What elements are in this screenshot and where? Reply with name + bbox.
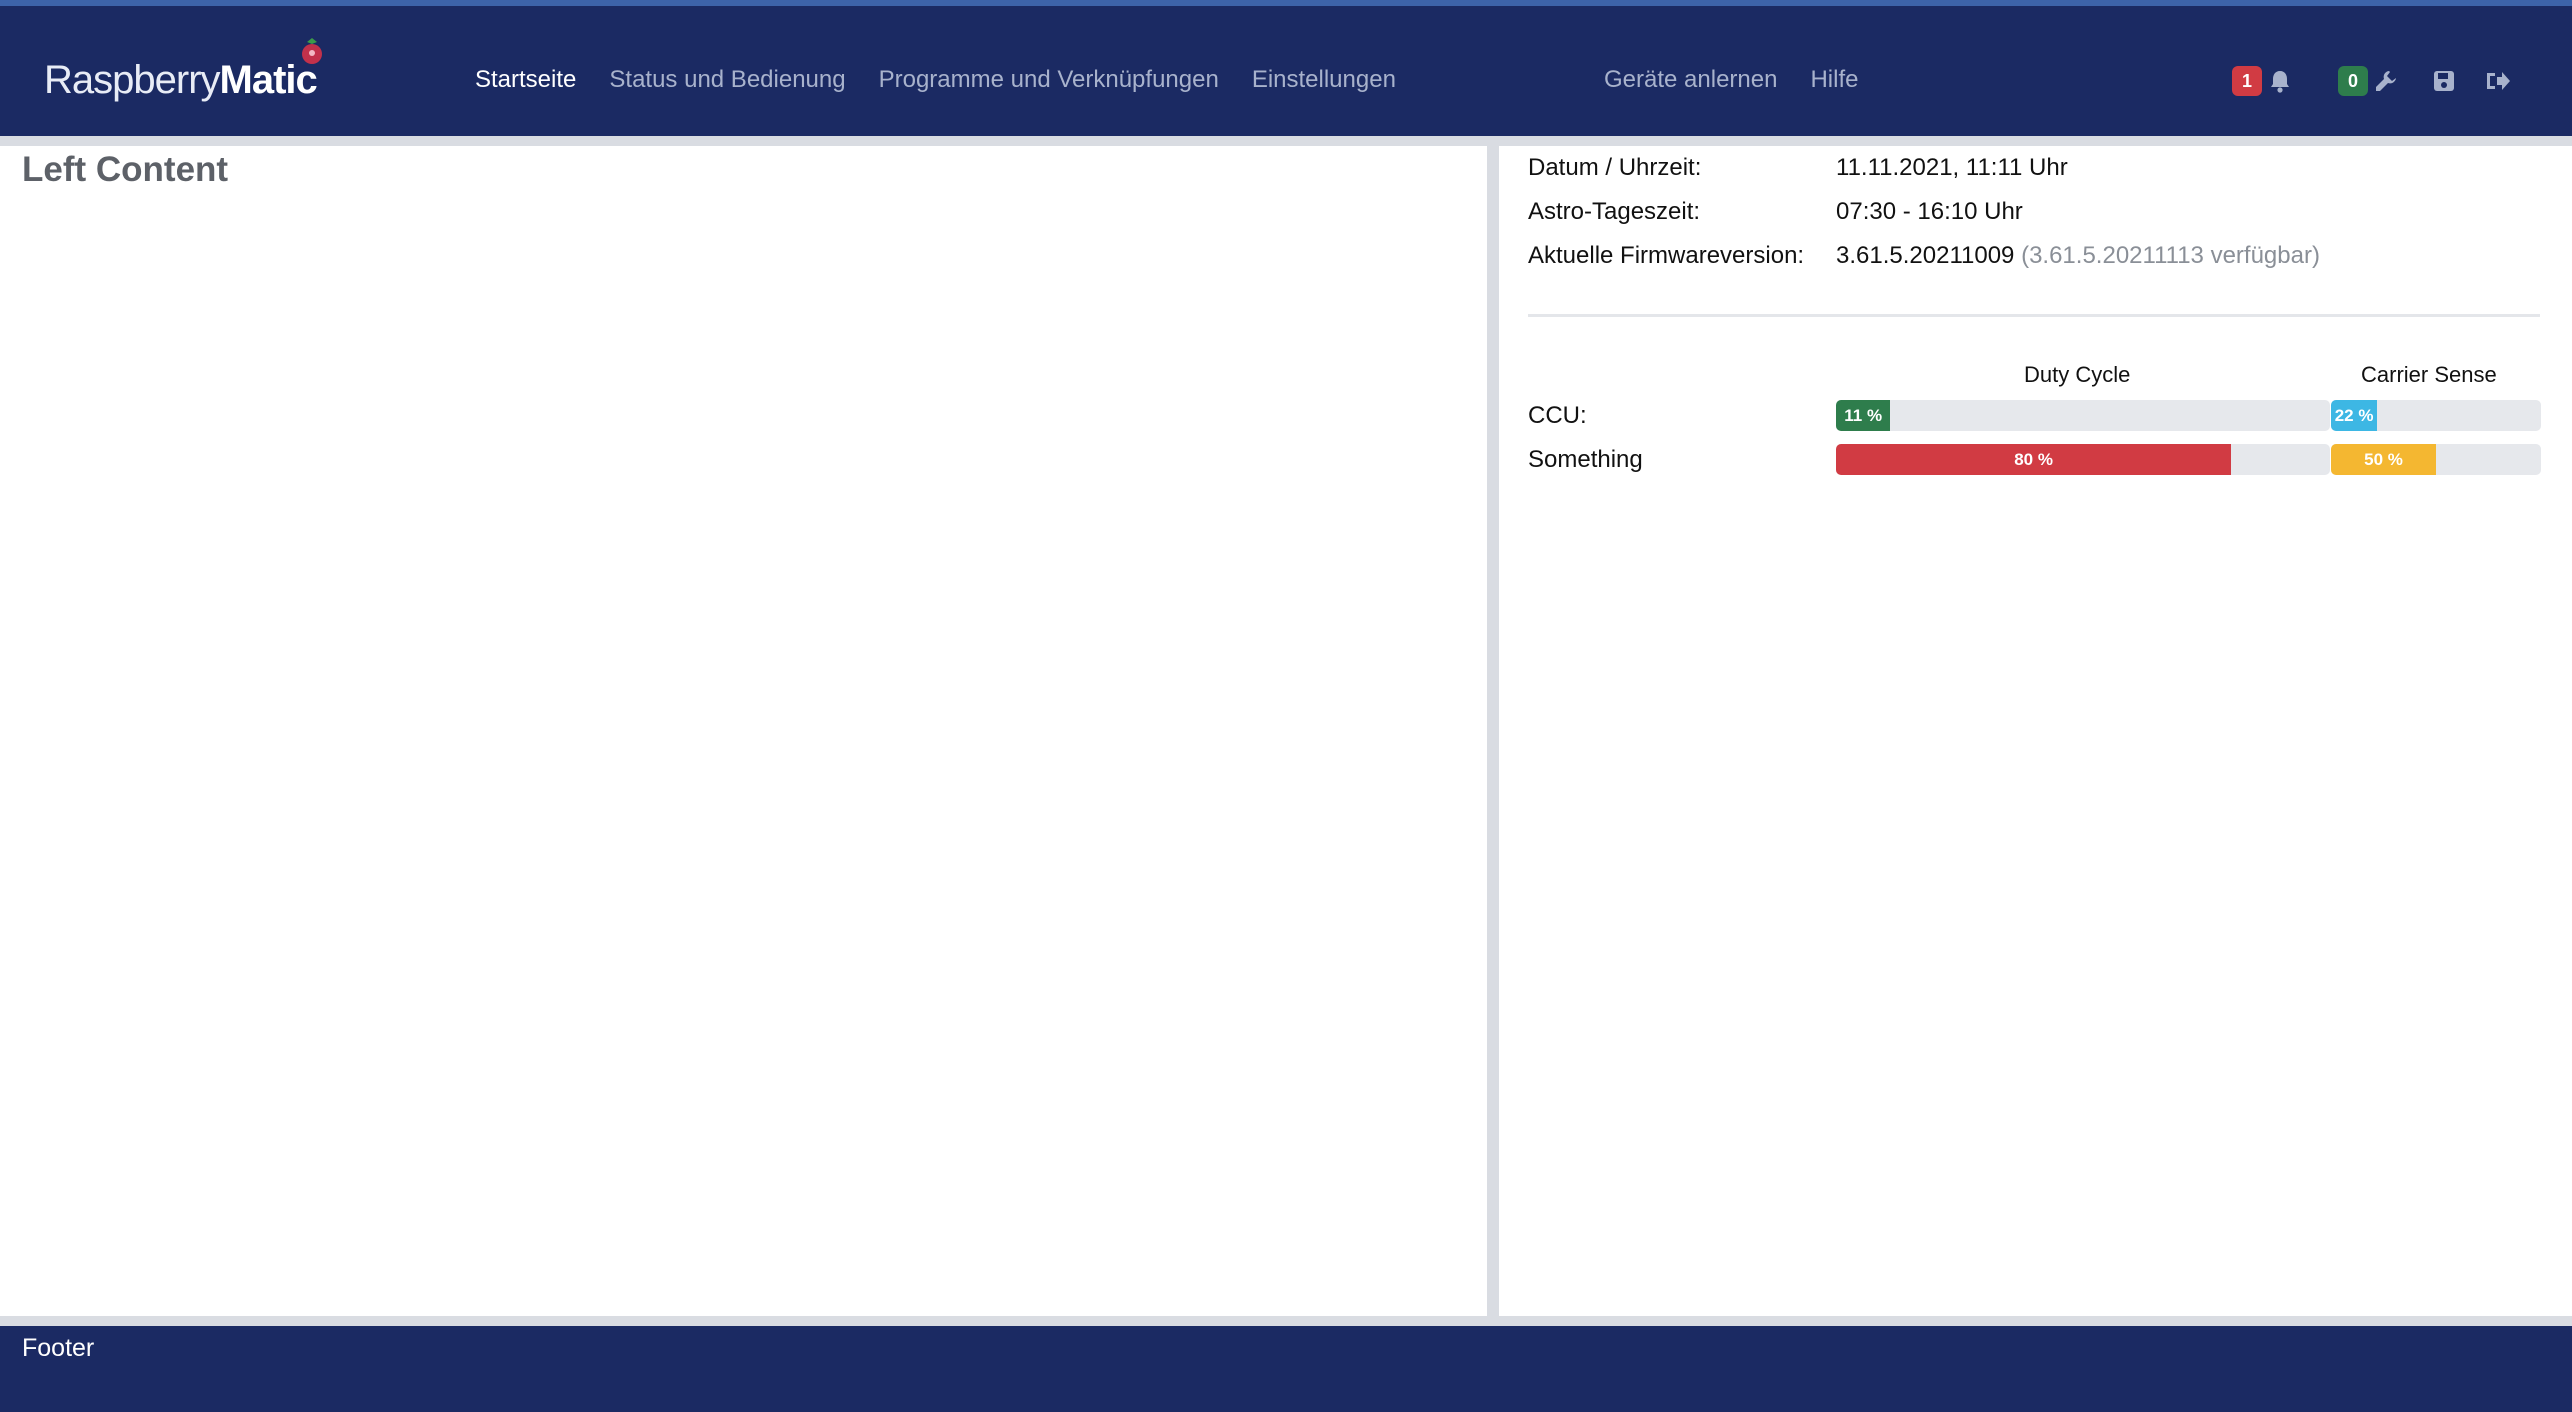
- load-row-label: CCU:: [1528, 402, 1587, 429]
- logo-text-raspberry: Raspberry: [44, 58, 221, 102]
- nav-programme-und-verknuepfungen[interactable]: Programme und Verknüpfungen: [879, 66, 1219, 94]
- astro-label: Astro-Tageszeit:: [1528, 198, 1701, 225]
- toolbar-icons: 1 0: [2232, 66, 2512, 96]
- wrench-icon[interactable]: [2372, 67, 2400, 95]
- raspberrymatic-logo[interactable]: Raspberry Matic: [44, 38, 322, 108]
- duty-cycle-bar-track: 80 %: [1836, 444, 2330, 475]
- logout-icon[interactable]: [2484, 67, 2512, 95]
- alarm-count-badge[interactable]: 1: [2232, 66, 2262, 96]
- carrier-sense-bar-fill: 22 %: [2331, 400, 2378, 431]
- nav-startseite[interactable]: Startseite: [475, 66, 576, 94]
- carrier-sense-bar-track: 50 %: [2331, 444, 2541, 475]
- save-icon[interactable]: [2430, 67, 2458, 95]
- main-nav: Startseite Status und Bedienung Programm…: [475, 66, 1396, 94]
- firmware-available[interactable]: (3.61.5.20211113 verfügbar): [2021, 242, 2320, 269]
- firmware-value: 3.61.5.20211009: [1836, 242, 2015, 269]
- service-count-badge[interactable]: 0: [2338, 66, 2368, 96]
- datetime-value: 11.11.2021, 11:11 Uhr: [1836, 154, 2068, 181]
- carrier-sense-header: Carrier Sense: [2361, 362, 2497, 387]
- bell-icon[interactable]: [2266, 67, 2294, 95]
- secondary-nav: Geräte anlernen Hilfe: [1604, 66, 1858, 94]
- duty-cycle-header: Duty Cycle: [2024, 362, 2131, 387]
- footer-text: Footer: [22, 1334, 95, 1362]
- duty-cycle-bar-track: 11 %: [1836, 400, 2330, 431]
- nav-hilfe[interactable]: Hilfe: [1810, 66, 1858, 94]
- duty-cycle-bar-fill: 80 %: [1836, 444, 2232, 475]
- nav-einstellungen[interactable]: Einstellungen: [1252, 66, 1396, 94]
- info-divider: [1528, 314, 2540, 317]
- firmware-label: Aktuelle Firmwareversion:: [1528, 242, 1805, 269]
- carrier-sense-bar-track: 22 %: [2331, 400, 2541, 431]
- raspberry-icon: [302, 38, 322, 64]
- left-content-panel: Left Content: [0, 146, 1487, 1316]
- duty-cycle-bar-fill: 11 %: [1836, 400, 1891, 431]
- nav-status-und-bedienung[interactable]: Status und Bedienung: [609, 66, 845, 94]
- nav-geraete-anlernen[interactable]: Geräte anlernen: [1604, 66, 1777, 94]
- datetime-label: Datum / Uhrzeit:: [1528, 154, 1702, 181]
- top-navbar: Raspberry Matic Startseite Status und Bed…: [0, 6, 2572, 136]
- footer: Footer: [0, 1326, 2572, 1412]
- carrier-sense-bar-fill: 50 %: [2331, 444, 2436, 475]
- astro-value: 07:30 - 16:10 Uhr: [1836, 198, 2023, 225]
- system-info-panel: Datum / Uhrzeit: 11.11.2021, 11:11 Uhr A…: [1499, 146, 2572, 1316]
- firmware-value-group: 3.61.5.20211009 (3.61.5.20211113 verfügb…: [1836, 242, 2320, 270]
- left-content-title: Left Content: [22, 150, 229, 189]
- load-row-label: Something: [1528, 446, 1643, 473]
